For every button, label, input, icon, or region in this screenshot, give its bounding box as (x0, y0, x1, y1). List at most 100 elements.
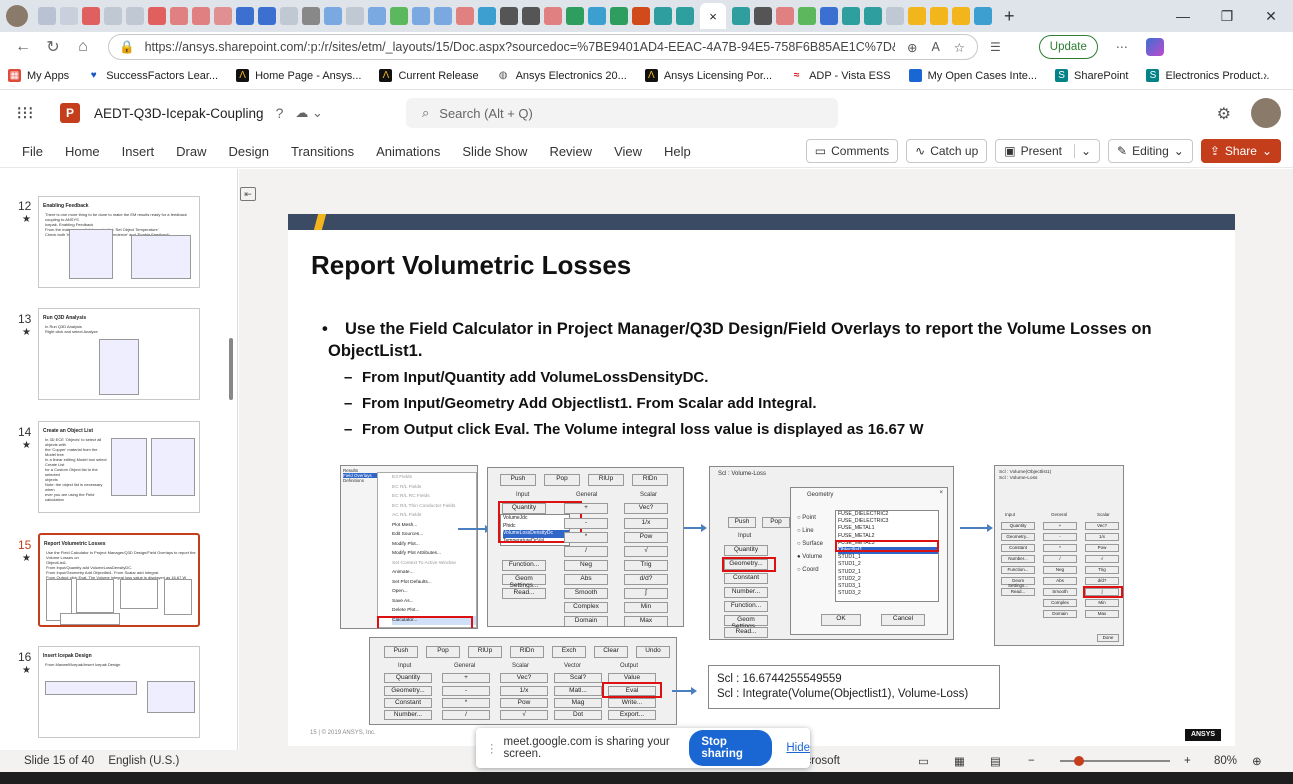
tab-favicon[interactable] (820, 7, 838, 25)
fit-slide-icon[interactable]: ⊕ (1252, 754, 1262, 768)
share-button[interactable]: ⇪ Share ⌄ (1200, 139, 1281, 163)
zoom-slider-thumb[interactable] (1074, 756, 1084, 766)
tab-transitions[interactable]: Transitions (291, 144, 354, 159)
bookmark-current-release[interactable]: Λ Current Release (379, 69, 479, 82)
tab-actions-icon[interactable] (60, 7, 78, 25)
tab-favicon[interactable] (952, 7, 970, 25)
read-aloud-icon[interactable]: A (931, 40, 939, 55)
tab-insert[interactable]: Insert (122, 144, 155, 159)
bookmark-licensing[interactable]: Λ Ansys Licensing Por... (644, 69, 772, 82)
tab-favicon[interactable] (192, 7, 210, 25)
tab-favicon[interactable] (864, 7, 882, 25)
tab-favicon[interactable] (974, 7, 992, 25)
close-tab-icon[interactable]: × (709, 9, 717, 24)
thumbnail-slide-16[interactable]: Insert Icepak Design From Maxwell/Icepak… (38, 646, 200, 738)
bookmark-sharepoint[interactable]: S SharePoint (1055, 69, 1128, 82)
zoom-icon[interactable]: ⊕ (907, 40, 917, 55)
catch-up-button[interactable]: ∿ Catch up (906, 139, 988, 163)
tab-favicon[interactable] (566, 7, 584, 25)
tab-favicon[interactable] (522, 7, 540, 25)
tab-favicon[interactable] (346, 7, 364, 25)
app-launcher-icon[interactable]: ⁝⁝⁝ (0, 103, 50, 124)
tab-favicon[interactable] (842, 7, 860, 25)
maximize-icon[interactable]: ❐ (1205, 8, 1249, 25)
tab-favicon[interactable] (390, 7, 408, 25)
comments-button[interactable]: ▭ Comments (805, 139, 899, 163)
tab-favicon[interactable] (610, 7, 628, 25)
tab-animations[interactable]: Animations (376, 144, 440, 159)
normal-view-icon[interactable]: ▭ (918, 754, 929, 768)
tab-favicon[interactable] (544, 7, 562, 25)
tab-favicon[interactable] (908, 7, 926, 25)
tab-favicon[interactable] (324, 7, 342, 25)
editing-mode-button[interactable]: ✎ Editing ⌄ (1108, 139, 1193, 163)
thumbnail-slide-15[interactable]: Report Volumetric Losses Use the Field C… (38, 533, 200, 627)
url-field[interactable]: 🔒 https://ansys.sharepoint.com/:p:/r/sit… (108, 34, 978, 60)
back-icon[interactable]: ← (8, 38, 38, 56)
slide-sorter-icon[interactable]: ▦ (954, 754, 965, 768)
tab-design[interactable]: Design (229, 144, 269, 159)
more-icon[interactable]: ⋯ (1116, 40, 1128, 54)
hide-link[interactable]: Hide (786, 742, 810, 754)
drag-handle-icon[interactable]: ⋮ (486, 741, 498, 755)
search-box[interactable]: ⌕ Search (Alt + Q) (406, 98, 838, 128)
tab-slide-show[interactable]: Slide Show (462, 144, 527, 159)
tab-favicon[interactable] (654, 7, 672, 25)
tab-favicon[interactable] (302, 7, 320, 25)
tab-help[interactable]: Help (664, 144, 691, 159)
bookmark-my-apps[interactable]: ▦ My Apps (8, 69, 69, 82)
tab-favicon[interactable] (676, 7, 694, 25)
new-tab-icon[interactable]: + (1004, 6, 1015, 27)
bookmark-successfactors[interactable]: ♥ SuccessFactors Lear... (87, 69, 218, 82)
language-status[interactable]: English (U.S.) (108, 755, 179, 767)
tab-favicon[interactable] (126, 7, 144, 25)
bookmark-electronics-product[interactable]: S Electronics Product... (1146, 69, 1269, 82)
update-button[interactable]: Update (1038, 35, 1098, 59)
tab-favicon[interactable] (732, 7, 750, 25)
document-title[interactable]: AEDT-Q3D-Icepak-Coupling (94, 106, 264, 121)
lock-icon[interactable]: 🔒 (119, 40, 135, 55)
tab-favicon[interactable] (478, 7, 496, 25)
tab-favicon[interactable] (930, 7, 948, 25)
zoom-out-icon[interactable]: − (1028, 755, 1035, 767)
sensitivity-icon[interactable]: ? (276, 105, 284, 121)
tab-favicon[interactable] (776, 7, 794, 25)
thumbnail-slide-14[interactable]: Create an Object List In 3D ECE 'Objects… (38, 421, 200, 513)
zoom-in-icon[interactable]: + (1184, 755, 1191, 767)
reading-view-icon[interactable]: ▤ (990, 754, 1001, 768)
tab-review[interactable]: Review (549, 144, 592, 159)
collapse-pane-icon[interactable]: ⇤ (240, 187, 256, 201)
slide-canvas[interactable]: Report Volumetric Losses • Use the Field … (288, 214, 1235, 746)
tab-favicon[interactable] (500, 7, 518, 25)
thumbnail-scrollbar[interactable] (229, 338, 233, 400)
tab-draw[interactable]: Draw (176, 144, 206, 159)
tab-favicon[interactable] (104, 7, 122, 25)
workspaces-icon[interactable] (38, 7, 56, 25)
bookmark-home-page[interactable]: Λ Home Page - Ansys... (236, 69, 361, 82)
active-tab[interactable]: × (700, 3, 726, 29)
settings-gear-icon[interactable]: ⚙ (1217, 104, 1231, 124)
thumbnail-slide-13[interactable]: Run Q3D Analysis In Run Q3D Analysis Righ… (38, 308, 200, 400)
tab-favicon[interactable] (632, 7, 650, 25)
chevron-down-icon[interactable]: ⌄ (1073, 144, 1091, 158)
chevron-right-icon[interactable]: › (1263, 70, 1267, 82)
tab-favicon[interactable] (148, 7, 166, 25)
tab-favicon[interactable] (214, 7, 232, 25)
user-avatar[interactable] (1251, 98, 1281, 128)
copilot-icon[interactable] (1145, 38, 1164, 56)
tab-favicon[interactable] (588, 7, 606, 25)
bookmark-ansys-electronics[interactable]: ◍ Ansys Electronics 20... (497, 69, 627, 82)
zoom-level[interactable]: 80% (1214, 755, 1237, 767)
favorites-icon[interactable]: ☰ (990, 40, 1001, 54)
minimize-icon[interactable]: — (1161, 8, 1205, 24)
tab-favicon[interactable] (236, 7, 254, 25)
tab-favicon[interactable] (82, 7, 100, 25)
home-icon[interactable]: ⌂ (68, 38, 98, 56)
tab-favicon[interactable] (258, 7, 276, 25)
tab-favicon[interactable] (434, 7, 452, 25)
favorite-star-icon[interactable]: ☆ (954, 40, 965, 55)
thumbnail-slide-12[interactable]: Enabling Feedback There is one more thin… (38, 196, 200, 288)
bookmark-adp[interactable]: ≈ ADP - Vista ESS (790, 69, 891, 82)
tab-favicon[interactable] (886, 7, 904, 25)
tab-favicon[interactable] (456, 7, 474, 25)
